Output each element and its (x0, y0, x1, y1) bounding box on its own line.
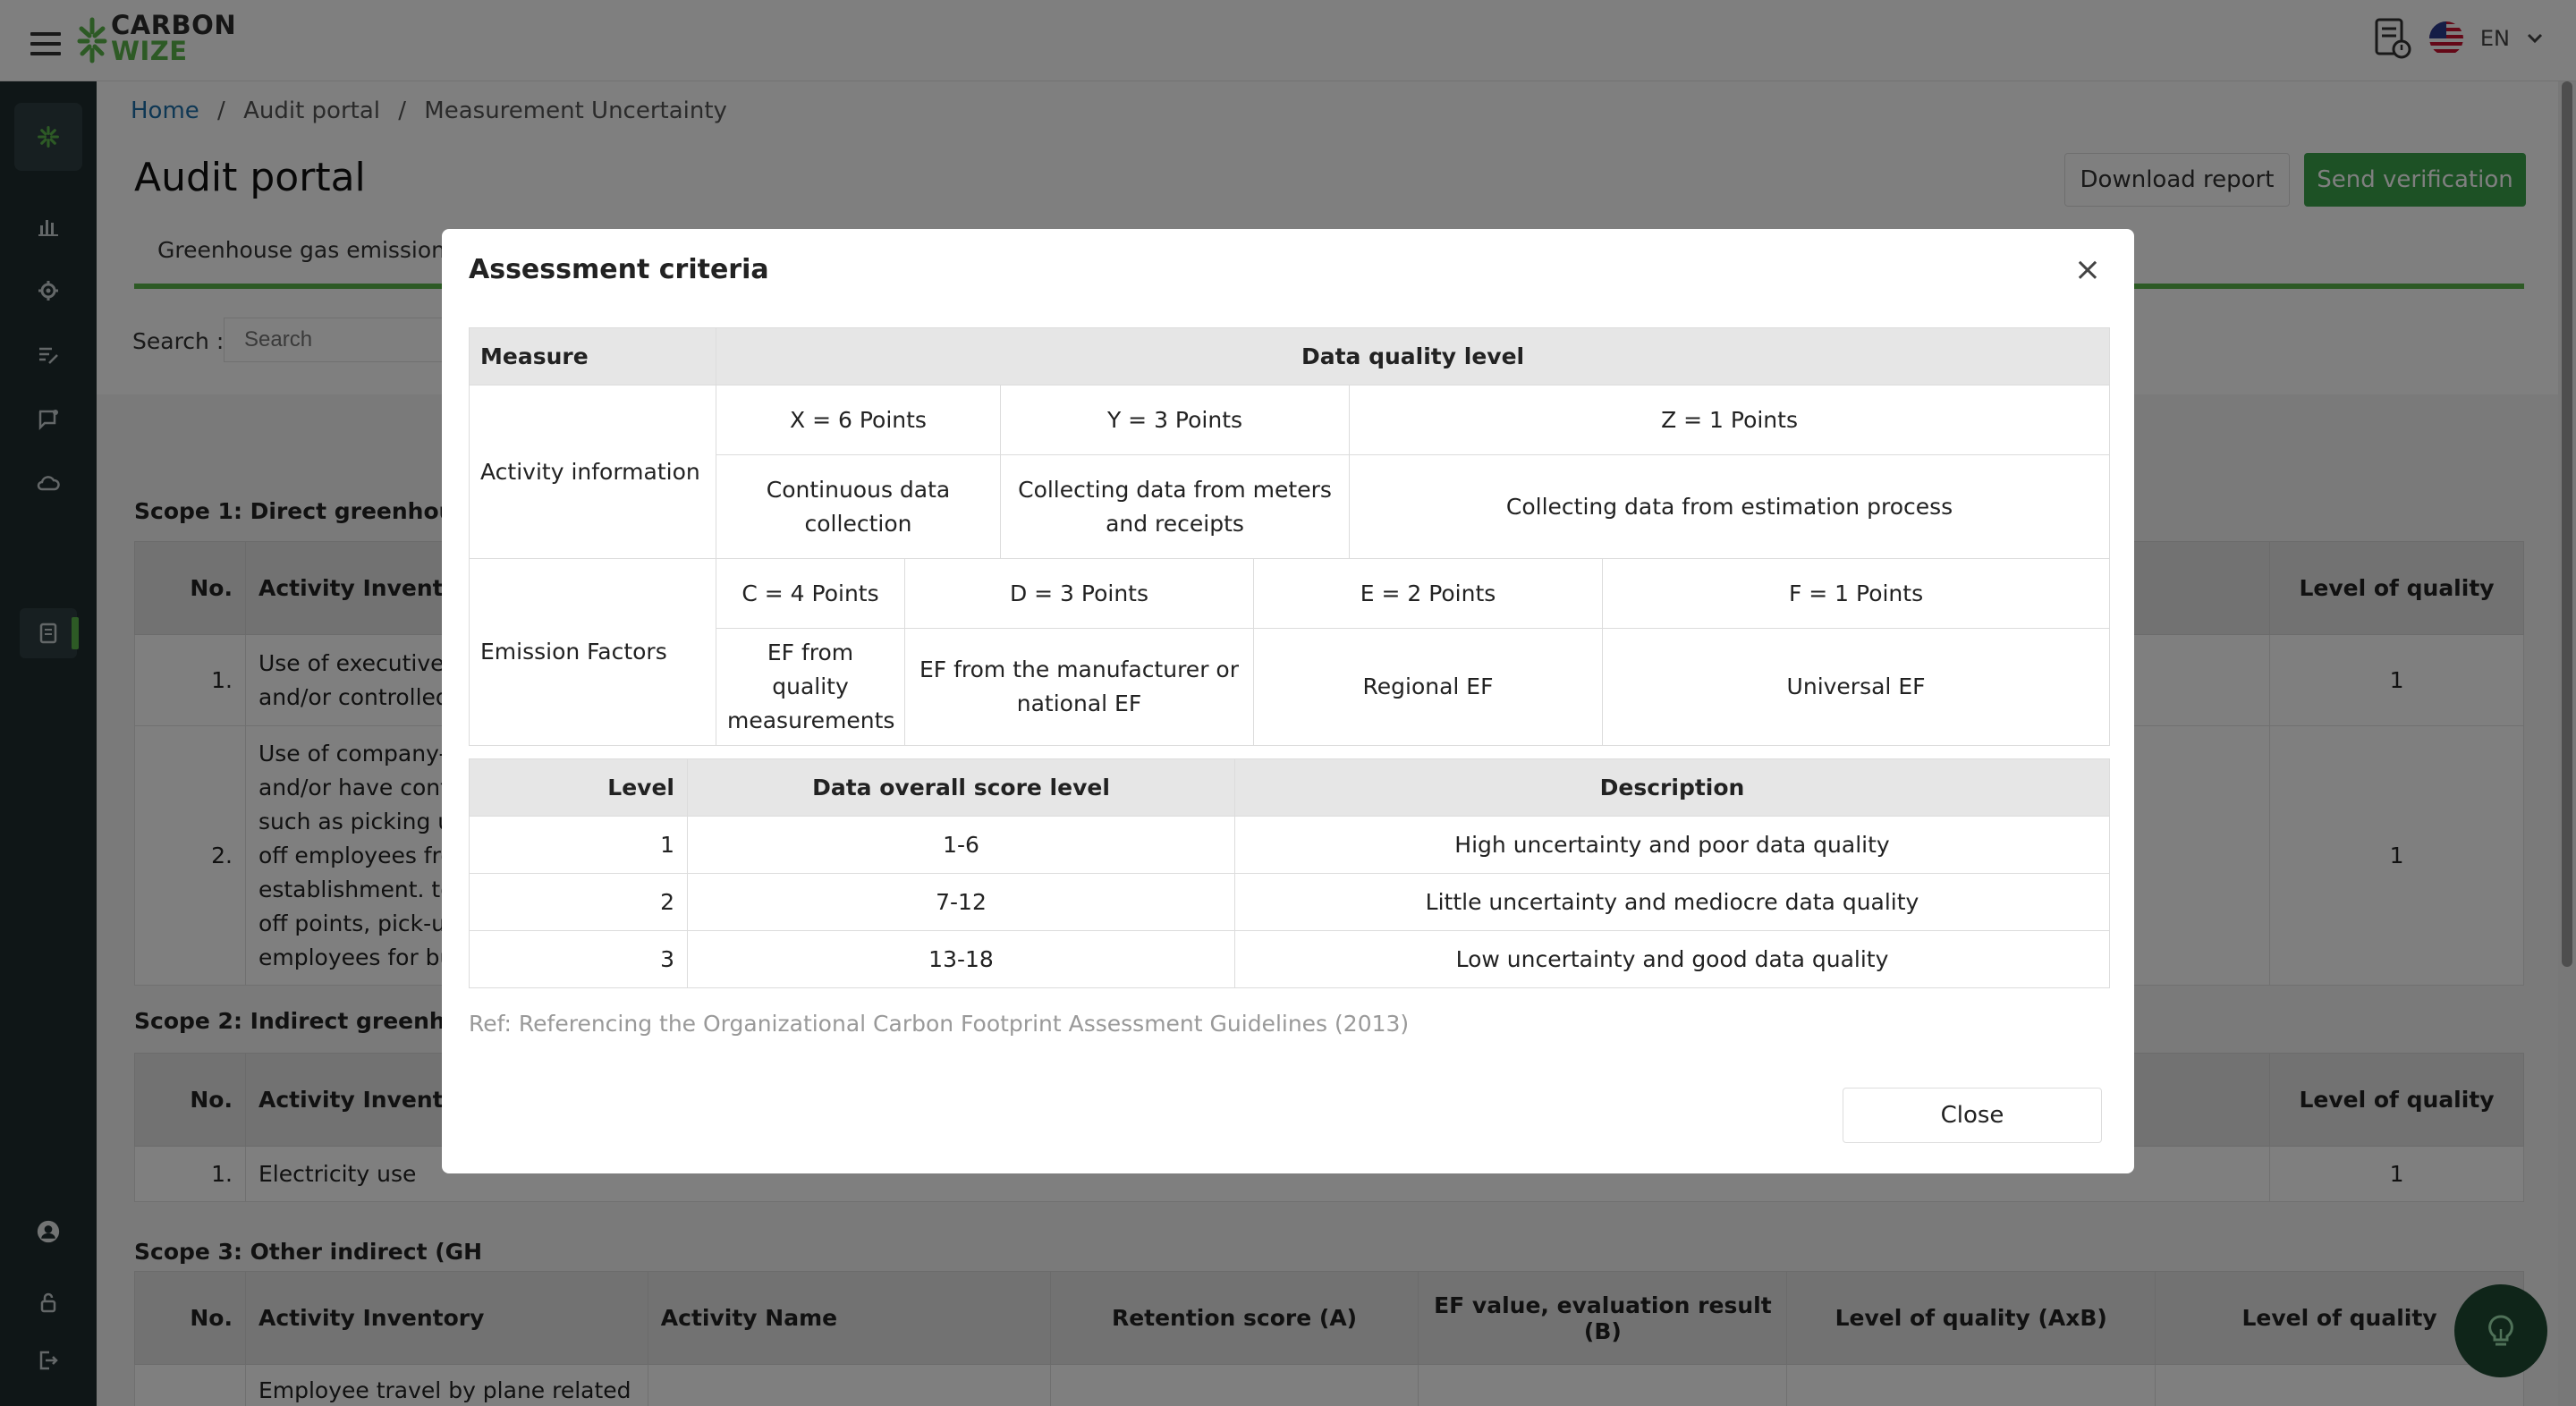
description-cell: EF from quality measurements (716, 628, 905, 746)
description-cell: Collecting data from meters and receipts (1000, 454, 1350, 559)
column-header: Data overall score level (687, 758, 1235, 817)
column-header: Level (469, 758, 688, 817)
level-cell: 3 (469, 930, 688, 988)
modal-title: Assessment criteria (469, 254, 769, 285)
emission-factors-label: Emission Factors (469, 558, 716, 746)
assessment-criteria-modal: Assessment criteria × Measure Data quali… (442, 229, 2134, 1173)
criteria-table: Measure Data quality level Activity info… (469, 327, 2111, 746)
table-row: Continuous data collection Collecting da… (470, 454, 2111, 559)
column-header: Description (1234, 758, 2110, 817)
data-quality-level-header: Data quality level (715, 327, 2111, 385)
level-cell: 2 (469, 873, 688, 931)
points-cell: Y = 3 Points (1000, 385, 1350, 455)
points-cell: F = 1 Points (1601, 558, 2111, 629)
close-button[interactable]: Close (1843, 1088, 2102, 1143)
score-cell: 7-12 (687, 873, 1235, 931)
description-cell: Regional EF (1253, 628, 1603, 746)
table-header-row: Measure Data quality level (469, 327, 2111, 385)
measure-header: Measure (469, 327, 716, 385)
table-row: EF from quality measurements EF from the… (470, 628, 2111, 746)
close-icon[interactable]: × (2073, 254, 2102, 286)
table-row: 1 1-6 High uncertainty and poor data qua… (469, 816, 2110, 874)
reference-note: Ref: Referencing the Organizational Carb… (469, 1011, 1410, 1037)
points-cell: X = 6 Points (716, 385, 1001, 455)
description-cell: Continuous data collection (716, 454, 1001, 559)
level-cell: 1 (469, 816, 688, 874)
description-cell: Low uncertainty and good data quality (1234, 930, 2110, 988)
description-cell: Universal EF (1601, 628, 2111, 746)
score-cell: 13-18 (687, 930, 1235, 988)
points-cell: E = 2 Points (1253, 558, 1603, 629)
description-cell: High uncertainty and poor data quality (1234, 816, 2110, 874)
points-cell: D = 3 Points (904, 558, 1254, 629)
table-row: 3 13-18 Low uncertainty and good data qu… (469, 930, 2110, 988)
activity-information-label: Activity information (469, 385, 716, 559)
description-cell: EF from the manufacturer or national EF (904, 628, 1254, 746)
levels-table: Level Data overall score level Descripti… (469, 758, 2110, 988)
description-cell: Collecting data from estimation process (1348, 454, 2111, 559)
description-cell: Little uncertainty and mediocre data qua… (1234, 873, 2110, 931)
table-row: Activity information X = 6 Points Y = 3 … (469, 385, 2111, 559)
table-row: 2 7-12 Little uncertainty and mediocre d… (469, 873, 2110, 931)
points-cell: Z = 1 Points (1348, 385, 2111, 455)
points-cell: C = 4 Points (716, 558, 905, 629)
table-row: Emission Factors C = 4 Points D = 3 Poin… (469, 558, 2111, 746)
score-cell: 1-6 (687, 816, 1235, 874)
table-header-row: Level Data overall score level Descripti… (469, 758, 2110, 817)
